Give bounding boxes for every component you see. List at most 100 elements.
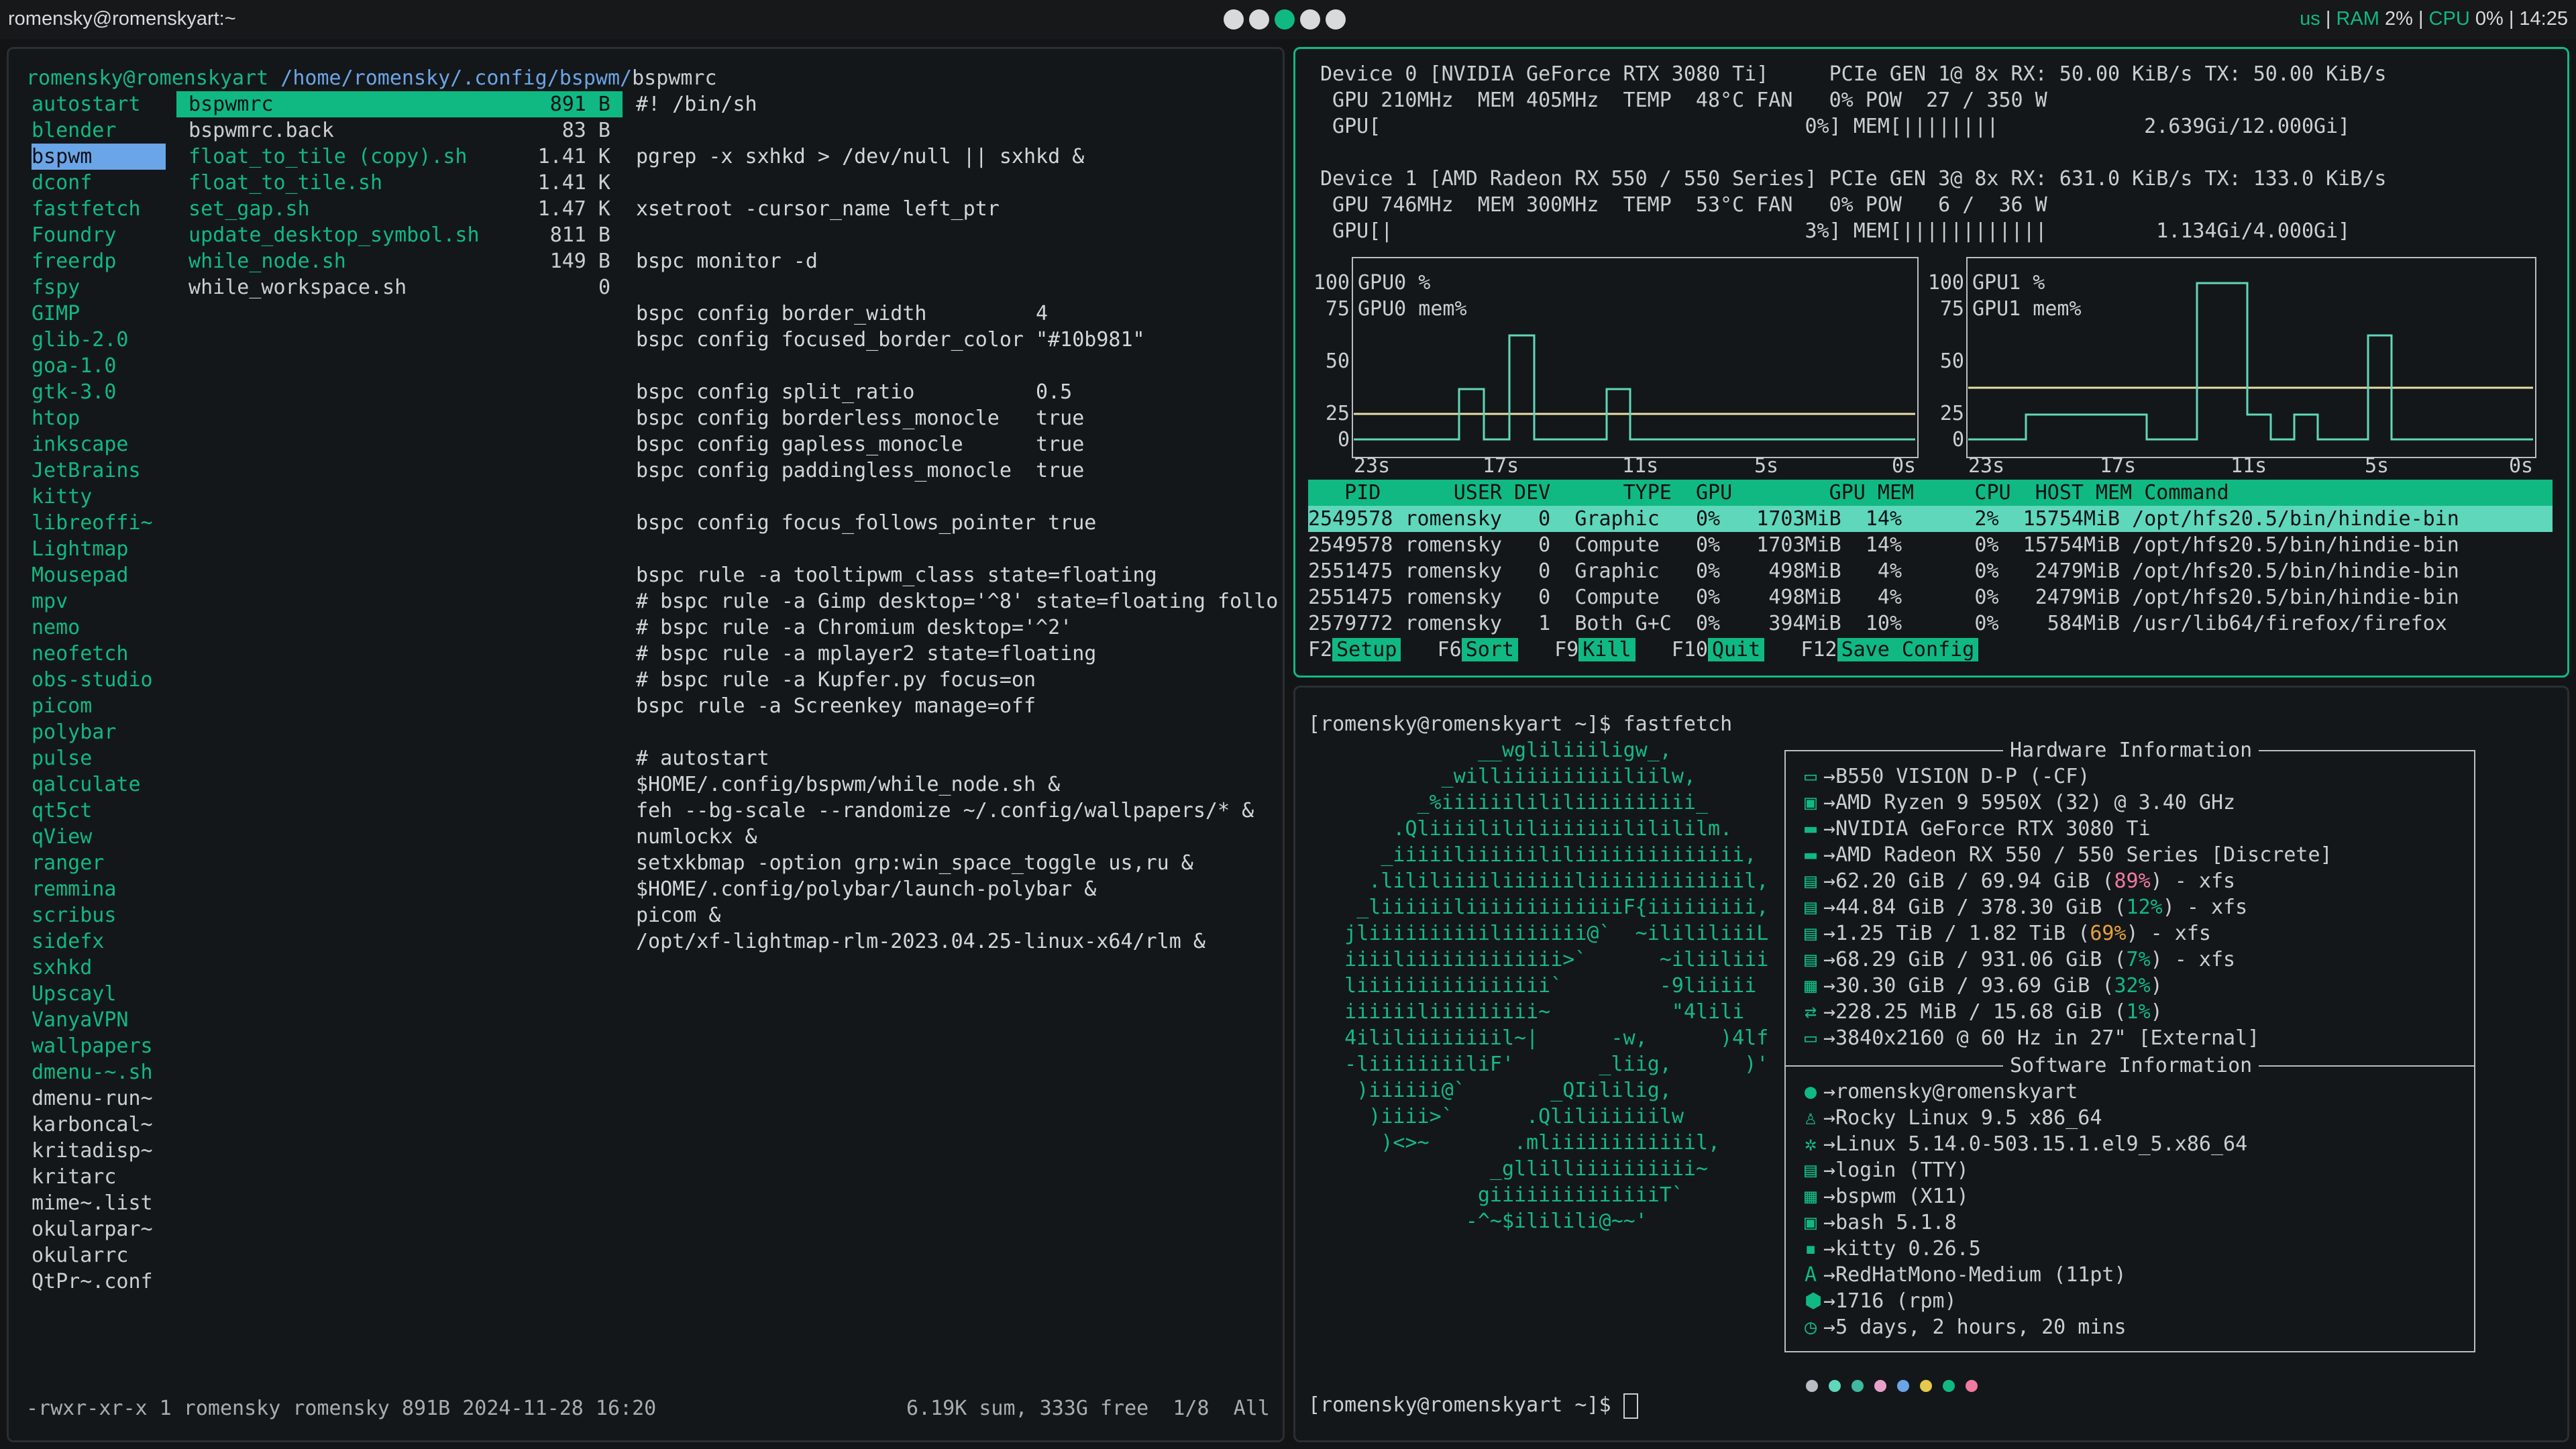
info-left-border [1784,750,1786,1352]
info-icon: ▪ [1805,1237,1817,1260]
info-line: ▦ →bspwm (X11) [1805,1185,1969,1208]
x-tick: 17s [1483,454,1519,478]
info-line: ⬢→1716 (rpm) [1805,1289,1957,1313]
info-line: ▬ →NVIDIA GeForce RTX 3080 Ti [1805,817,2151,841]
ascii-line: _williiiiiiiiiiliilw, [1308,765,1696,788]
palette-swatch [1920,1380,1932,1392]
process-table-header[interactable]: PID USER DEV TYPE GPU GPU MEM CPU HOST M… [1308,480,2553,506]
x-tick: 11s [2231,454,2267,478]
info-icon: ▣ [1805,1211,1817,1234]
fkey-f9[interactable]: F9 Kill [1554,638,1672,661]
info-line: ● →romensky@romenskyart [1805,1080,2078,1104]
info-line: ⇄ →228.25 MiB / 15.68 GiB (1%) [1805,1000,2163,1024]
info-icon: ● [1805,1080,1817,1104]
y-tick: 50 [1939,350,1964,373]
fkey-f12[interactable]: F12 Save Config [1801,638,2015,661]
info-right-border [2474,750,2475,1352]
info-line: ▤ →login (TTY) [1805,1159,1969,1182]
y-tick: 0 [1337,428,1350,451]
info-line: ▤ →62.20 GiB / 69.94 GiB (89%) - xfs [1805,869,2236,893]
info-icon: ▤ [1805,896,1817,919]
software-info-title: Software Information [2003,1053,2259,1079]
info-icon: ◷ [1805,1316,1817,1339]
gpu1-pct-label: GPU1 % [1972,271,2045,294]
fkey-f6[interactable]: F6 Sort [1438,638,1555,661]
ascii-line: 4ililiiiiiiiil~| -w, )4lf [1308,1026,1769,1050]
ascii-line: )iiiiii@` _QIililig, [1308,1079,1672,1102]
info-icon: ♙ [1805,1106,1817,1130]
hardware-info-title: Hardware Information [2003,737,2259,763]
shell-prompt[interactable]: [romensky@romenskyart ~]$ [1308,1392,1638,1419]
ascii-line: _liiiiiiliiiiiiiiiiiiiF{iiiiiiiii, [1308,896,1769,919]
ascii-line: jliiiiiiiiiiliiiiiii@` ~ilililiiiL [1308,922,1769,945]
info-icon: ▤ [1805,922,1817,945]
info-icon: ▤ [1805,948,1817,971]
x-tick: 23s [1968,454,2005,478]
fkey-f2[interactable]: F2 Setup [1308,638,1438,661]
ascii-line: -liiiiiiiiliF' _liig, )' [1308,1053,1769,1076]
ascii-line: iiiiliiiiiiiiiiiii>` ~iliiliii [1308,948,1769,971]
info-icon: A [1805,1263,1817,1287]
ascii-line: liiiiiiiiiiiiiiii` -9liiiii [1308,974,1757,998]
info-icon: ▦ [1805,1185,1817,1208]
info-line: ▪ →kitty 0.26.5 [1805,1237,1981,1260]
info-line: ▤ →44.84 GiB / 378.30 GiB (12%) - xfs [1805,896,2248,919]
y-tick: 25 [1939,402,1964,425]
process-row[interactable]: 2579772 romensky 1 Both G+C 0% 394MiB 10… [1308,610,2553,637]
y-tick: 0 [1951,428,1964,451]
palette-swatch [1851,1380,1864,1392]
info-icon: ▤ [1805,869,1817,893]
ascii-line: _%iiiiiilililiiiiiiiiii_ [1308,791,1709,814]
process-row[interactable]: 2549578 romensky 0 Compute 0% 1703MiB 14… [1308,532,2553,558]
y-tick: 50 [1325,350,1350,373]
info-icon: ⇄ [1805,1000,1817,1024]
info-icon: ▦ [1805,974,1817,998]
fastfetch-prompt: [romensky@romenskyart ~]$ fastfetch [1308,712,1733,736]
info-line: ▤ →1.25 TiB / 1.82 TiB (69%) - xfs [1805,922,2211,945]
fkey-f10[interactable]: F10 Quit [1672,638,1801,661]
ascii-line: __wgliliiiligw_, [1308,739,1672,762]
x-tick: 5s [1754,454,1779,478]
info-bottom-rule [1784,1351,2475,1352]
palette-swatch [1943,1380,1955,1392]
info-icon: ▭ [1805,765,1817,788]
info-line: ▭ →B550 VISION D-P (-CF) [1805,765,2090,788]
palette-swatch [1806,1380,1818,1392]
info-line: ▭ →3840x2160 @ 60 Hz in 27" [External] [1805,1026,2260,1050]
info-line: ▤ →68.29 GiB / 931.06 GiB (7%) - xfs [1805,948,2236,971]
info-icon: ▤ [1805,1159,1817,1182]
x-tick: 0s [2509,454,2534,478]
x-tick: 17s [2100,454,2137,478]
x-tick: 5s [2365,454,2390,478]
ascii-line: )<>~ .mliiiiiiiiiiiil, [1308,1131,1721,1155]
process-row[interactable]: 2551475 romensky 0 Graphic 0% 498MiB 4% … [1308,558,2553,584]
text-cursor [1623,1393,1638,1419]
process-row[interactable]: 2551475 romensky 0 Compute 0% 498MiB 4% … [1308,584,2553,610]
ascii-line: )iiii>` .Qliliiiiiilw [1308,1105,1684,1128]
y-tick: 75 [1939,297,1964,321]
ascii-line: giiiiiiiiiiiiiiT` [1308,1183,1684,1207]
info-line: ◷ →5 days, 2 hours, 20 mins [1805,1316,2127,1339]
info-line: A →RedHatMono-Medium (11pt) [1805,1263,2127,1287]
y-tick: 75 [1325,297,1350,321]
ascii-line: iiiiiiliiiiiiiii~ "4lili [1308,1000,1745,1024]
info-line: ♙ →Rocky Linux 9.5 x86_64 [1805,1106,2102,1130]
y-tick: 100 [1313,271,1350,294]
gpu0-mem-label: GPU0 mem% [1358,297,1467,321]
info-icon: ⬢ [1805,1289,1823,1313]
info-line: ▣ →bash 5.1.8 [1805,1211,1957,1234]
y-tick: 100 [1927,271,1964,294]
process-row[interactable]: 2549578 romensky 0 Graphic 0% 1703MiB 14… [1308,506,2553,532]
function-key-bar: F2 Setup F6 Sort F9 Kill F10 Quit F12 Save Co… [1308,637,2553,663]
palette-swatch [1897,1380,1909,1392]
info-line: ✲ →Linux 5.14.0-503.15.1.el9_5.x86_64 [1805,1132,2248,1156]
info-line: ▬ →AMD Radeon RX 550 / 550 Series [Discre… [1805,843,2332,867]
x-tick: 23s [1354,454,1391,478]
ascii-line: .lililiiiiliiiiiiliiiiiiiiiiiiil, [1308,869,1769,893]
color-palette [1806,1374,1988,1397]
info-icon: ▣ [1805,791,1817,814]
ascii-line: _iiiiiliiiiiililiiiiiiiiiiiiii, [1308,843,1757,867]
ascii-line: -^~$ililili@~~' [1308,1210,1648,1233]
gpu0-pct-label: GPU0 % [1358,271,1431,294]
info-icon: ▬ [1805,817,1817,841]
